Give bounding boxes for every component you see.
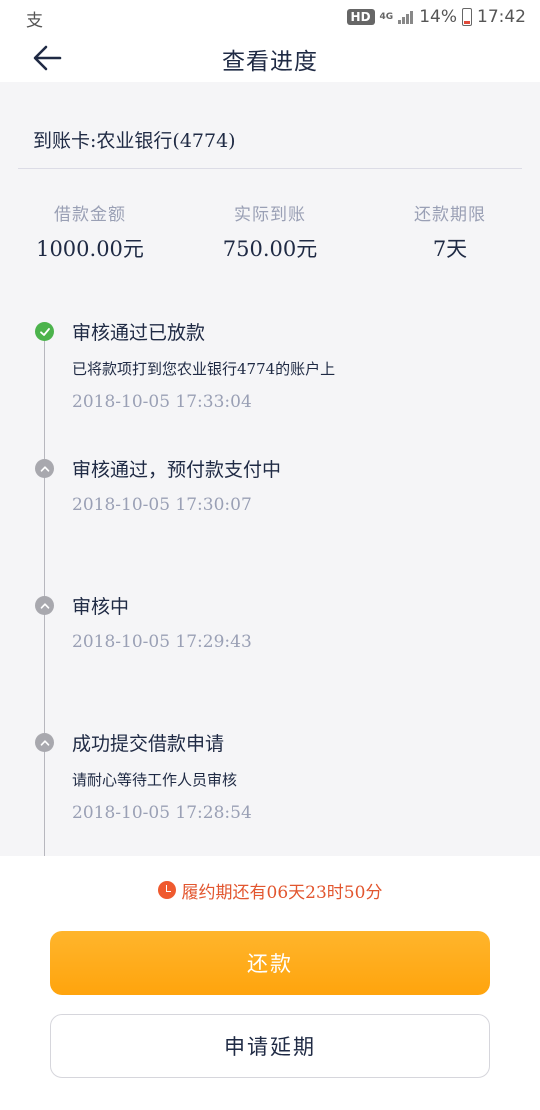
- countdown-text: 履约期还有06天23时50分: [181, 883, 383, 903]
- stat-label: 还款期限: [414, 205, 486, 225]
- timeline-time: 2018-10-05 17:28:54: [72, 803, 252, 823]
- timeline-title: 成功提交借款申请: [72, 733, 225, 755]
- battery-icon: [462, 8, 472, 26]
- receiving-card: 到账卡:农业银行(4774): [33, 130, 236, 152]
- status-bar: 支 HD 4G 14% 17:42: [0, 0, 540, 34]
- stat-label: 借款金额: [54, 205, 126, 225]
- stat-value: 1000.00元: [36, 237, 144, 261]
- timeline-time: 2018-10-05 17:33:04: [72, 392, 252, 412]
- battery-percent: 14%: [419, 7, 457, 27]
- timeline-desc: 请耐心等待工作人员审核: [72, 771, 238, 789]
- hd-badge: HD: [346, 9, 375, 25]
- timeline-desc: 已将款项打到您农业银行4774的账户上: [72, 360, 336, 378]
- clock-icon: [157, 881, 176, 899]
- progress-content: 到账卡:农业银行(4774) 借款金额 1000.00元 实际到账 750.00…: [0, 82, 540, 874]
- chevron-up-circle-icon: [35, 459, 54, 478]
- stat-actual-received: 实际到账 750.00元: [180, 200, 360, 263]
- timeline-title: 审核通过已放款: [72, 322, 206, 344]
- chevron-up-circle-icon: [35, 596, 54, 615]
- timeline-title: 审核中: [72, 596, 130, 618]
- stat-loan-amount: 借款金额 1000.00元: [0, 200, 180, 263]
- divider: [18, 168, 522, 169]
- clock-time: 17:42: [477, 7, 526, 27]
- stat-repay-term: 还款期限 7天: [360, 200, 540, 263]
- bottom-actions: 履约期还有06天23时50分 还款 申请延期: [0, 856, 540, 1110]
- network-type: 4G: [379, 11, 394, 22]
- signal-icon: [398, 10, 414, 24]
- chevron-up-circle-icon: [35, 733, 54, 752]
- page-title: 查看进度: [222, 49, 318, 75]
- apply-extension-button[interactable]: 申请延期: [50, 1014, 490, 1078]
- countdown: 履约期还有06天23时50分: [0, 878, 540, 903]
- stat-value: 750.00元: [222, 237, 318, 261]
- repay-button[interactable]: 还款: [50, 931, 490, 995]
- stat-label: 实际到账: [234, 205, 306, 225]
- timeline-title: 审核通过，预付款支付中: [72, 459, 282, 481]
- stat-value: 7天: [432, 237, 468, 261]
- check-circle-icon: [35, 322, 54, 341]
- header: 查看进度: [0, 34, 540, 82]
- loan-stats: 借款金额 1000.00元 实际到账 750.00元 还款期限 7天: [0, 200, 540, 270]
- alipay-icon: 支: [26, 11, 43, 31]
- timeline-time: 2018-10-05 17:29:43: [72, 632, 252, 652]
- timeline-time: 2018-10-05 17:30:07: [72, 495, 252, 515]
- status-indicators: HD 4G 14% 17:42: [346, 6, 526, 28]
